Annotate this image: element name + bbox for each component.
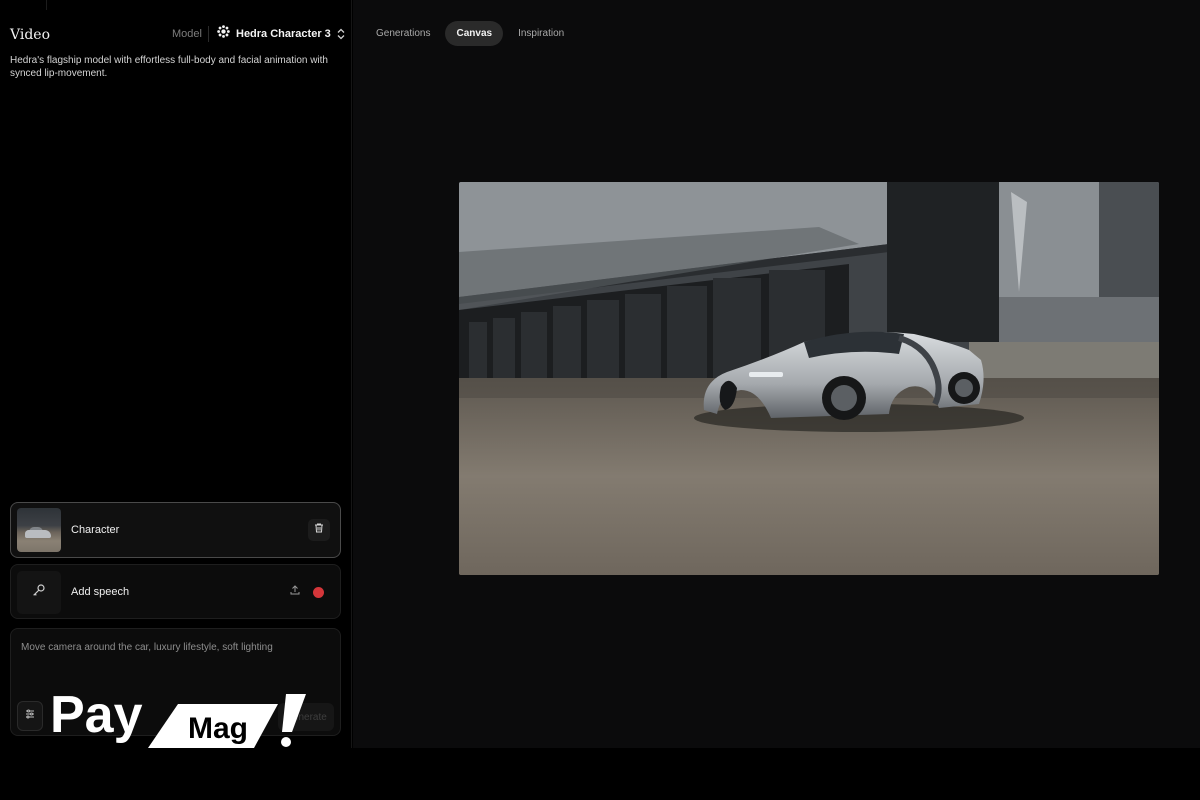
upload-icon [289, 583, 301, 601]
character-card[interactable]: Character [10, 502, 341, 558]
settings-button[interactable] [17, 701, 43, 731]
record-button[interactable] [313, 587, 324, 598]
add-speech-label: Add speech [71, 586, 130, 598]
model-label: Model [172, 28, 202, 40]
canvas-area: Generations Canvas Inspiration [353, 0, 1200, 748]
svg-text:Mag: Mag [188, 712, 248, 745]
canvas-image[interactable] [459, 182, 1159, 575]
character-thumbnail [17, 508, 61, 552]
model-selector[interactable]: Hedra Character 3 [217, 25, 345, 43]
tab-generations[interactable]: Generations [365, 21, 441, 46]
page-title: Video [10, 27, 51, 43]
chevron-updown-icon [337, 28, 345, 40]
trash-icon [313, 521, 325, 539]
car-photo [459, 182, 1159, 575]
speech-icon-box [17, 571, 61, 614]
upload-audio-button[interactable] [284, 581, 306, 603]
model-description: Hedra's flagship model with effortless f… [10, 55, 328, 79]
tab-inspiration[interactable]: Inspiration [507, 21, 575, 46]
divider [208, 26, 209, 42]
speech-card[interactable]: Add speech [10, 564, 341, 619]
bottom-strip [0, 748, 1200, 800]
view-tabs: Generations Canvas Inspiration [365, 21, 575, 46]
model-name: Hedra Character 3 [236, 28, 331, 40]
tab-canvas[interactable]: Canvas [445, 21, 504, 46]
sliders-icon [24, 707, 36, 725]
svg-text:Pay: Pay [50, 686, 143, 744]
character-label: Character [71, 524, 120, 536]
delete-character-button[interactable] [308, 519, 330, 541]
top-divider [46, 0, 366, 10]
sidebar-panel: Video Model Hedra Character 3 Hedra's fl… [0, 0, 366, 748]
paymag-watermark-logo: Pay Mag [50, 686, 310, 750]
hedra-logo-icon [217, 25, 230, 43]
prompt-input[interactable]: Move camera around the car, luxury lifes… [21, 641, 331, 654]
microphone-icon [31, 582, 47, 603]
